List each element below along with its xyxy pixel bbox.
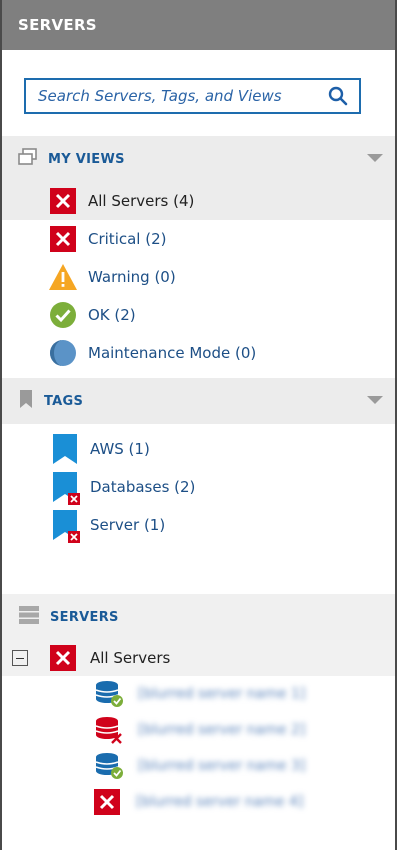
servers-header[interactable]: SERVERS [2,594,395,640]
maintenance-icon [48,338,78,368]
view-item-critical[interactable]: Critical (2) [2,220,395,258]
tags-title: TAGS [44,393,84,409]
server-item[interactable]: [blurred server name 3] [2,748,395,784]
tag-item-label: Server (1) [90,516,166,534]
server-name: [blurred server name 2] [138,722,306,738]
collapse-icon[interactable] [12,650,28,666]
server-item[interactable]: [blurred server name 2] [2,712,395,748]
chevron-down-icon[interactable] [367,396,383,404]
bookmark-icon [18,389,34,413]
view-item-label: Warning (0) [88,268,176,286]
tag-item-aws[interactable]: AWS (1) [2,430,395,468]
view-item-ok[interactable]: OK (2) [2,296,395,334]
server-group-label: All Servers [90,649,171,667]
view-item-warning[interactable]: Warning (0) [2,258,395,296]
search-icon[interactable] [323,82,353,110]
server-name: [blurred server name 4] [136,794,304,810]
critical-icon [94,789,120,815]
servers-panel: SERVERS MY VIEWS All Servers (4) Critica… [0,0,397,850]
critical-icon [48,186,78,216]
views-icon [18,148,38,170]
view-item-label: OK (2) [88,306,136,324]
tag-item-label: Databases (2) [90,478,196,496]
server-name: [blurred server name 3] [138,758,306,774]
server-item[interactable]: [blurred server name 4] [2,784,395,820]
tag-critical-icon [52,471,80,505]
my-views-header[interactable]: MY VIEWS [2,136,395,182]
server-name: [blurred server name 1] [138,686,306,702]
tag-icon [52,433,78,465]
db-ok-icon [94,680,124,708]
panel-title: SERVERS [2,0,395,50]
view-item-maintenance[interactable]: Maintenance Mode (0) [2,334,395,372]
server-group-all[interactable]: All Servers [2,640,395,676]
ok-icon [48,300,78,330]
tag-critical-icon [52,509,80,543]
tag-item-databases[interactable]: Databases (2) [2,468,395,506]
chevron-down-icon[interactable] [367,154,383,162]
search-box[interactable] [24,78,361,114]
warning-icon [48,262,78,292]
my-views-title: MY VIEWS [48,151,125,167]
servers-title: SERVERS [50,609,119,625]
tags-header[interactable]: TAGS [2,378,395,424]
server-stack-icon [18,605,40,629]
view-item-label: Critical (2) [88,230,167,248]
search-input[interactable] [36,86,323,106]
tag-item-server[interactable]: Server (1) [2,506,395,544]
db-ok-icon [94,752,124,780]
tag-item-label: AWS (1) [90,440,150,458]
critical-icon [48,224,78,254]
db-critical-icon [94,716,124,744]
server-item[interactable]: [blurred server name 1] [2,676,395,712]
view-item-label: Maintenance Mode (0) [88,344,257,362]
view-item-label: All Servers (4) [88,192,195,210]
view-item-all-servers[interactable]: All Servers (4) [2,182,395,220]
critical-icon [50,645,76,671]
